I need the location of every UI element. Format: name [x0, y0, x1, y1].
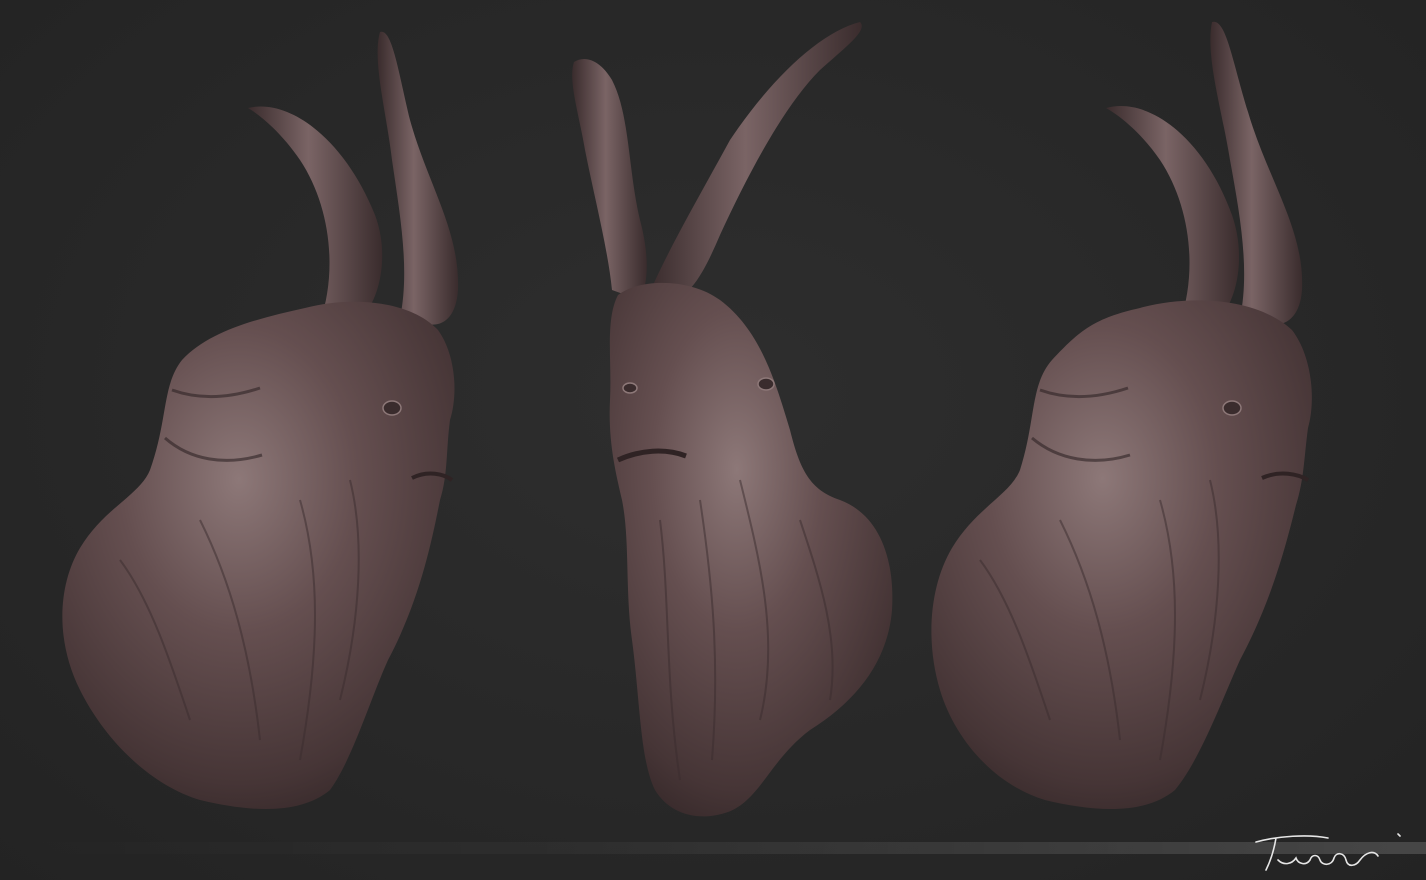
eye-front-left: [622, 382, 638, 394]
horn-front-left: [377, 31, 459, 325]
sculpt-render: [62, 21, 1312, 817]
eye-left: [382, 400, 402, 416]
bust-left-view: [62, 31, 459, 810]
horn-back-right: [1106, 106, 1240, 322]
render-viewport: [0, 0, 1426, 880]
bust-front-view: [572, 22, 893, 817]
bust-right-view: [931, 21, 1312, 810]
horn-right-front: [650, 22, 862, 300]
eye-right: [1222, 400, 1242, 416]
horn-left-front: [572, 59, 647, 300]
bottom-highlight-band: [0, 842, 1426, 854]
horn-back-left: [248, 106, 383, 322]
head-front: [609, 282, 893, 817]
artist-signature: [1255, 833, 1401, 871]
head-right: [931, 300, 1312, 810]
eye-front-right: [757, 377, 775, 391]
